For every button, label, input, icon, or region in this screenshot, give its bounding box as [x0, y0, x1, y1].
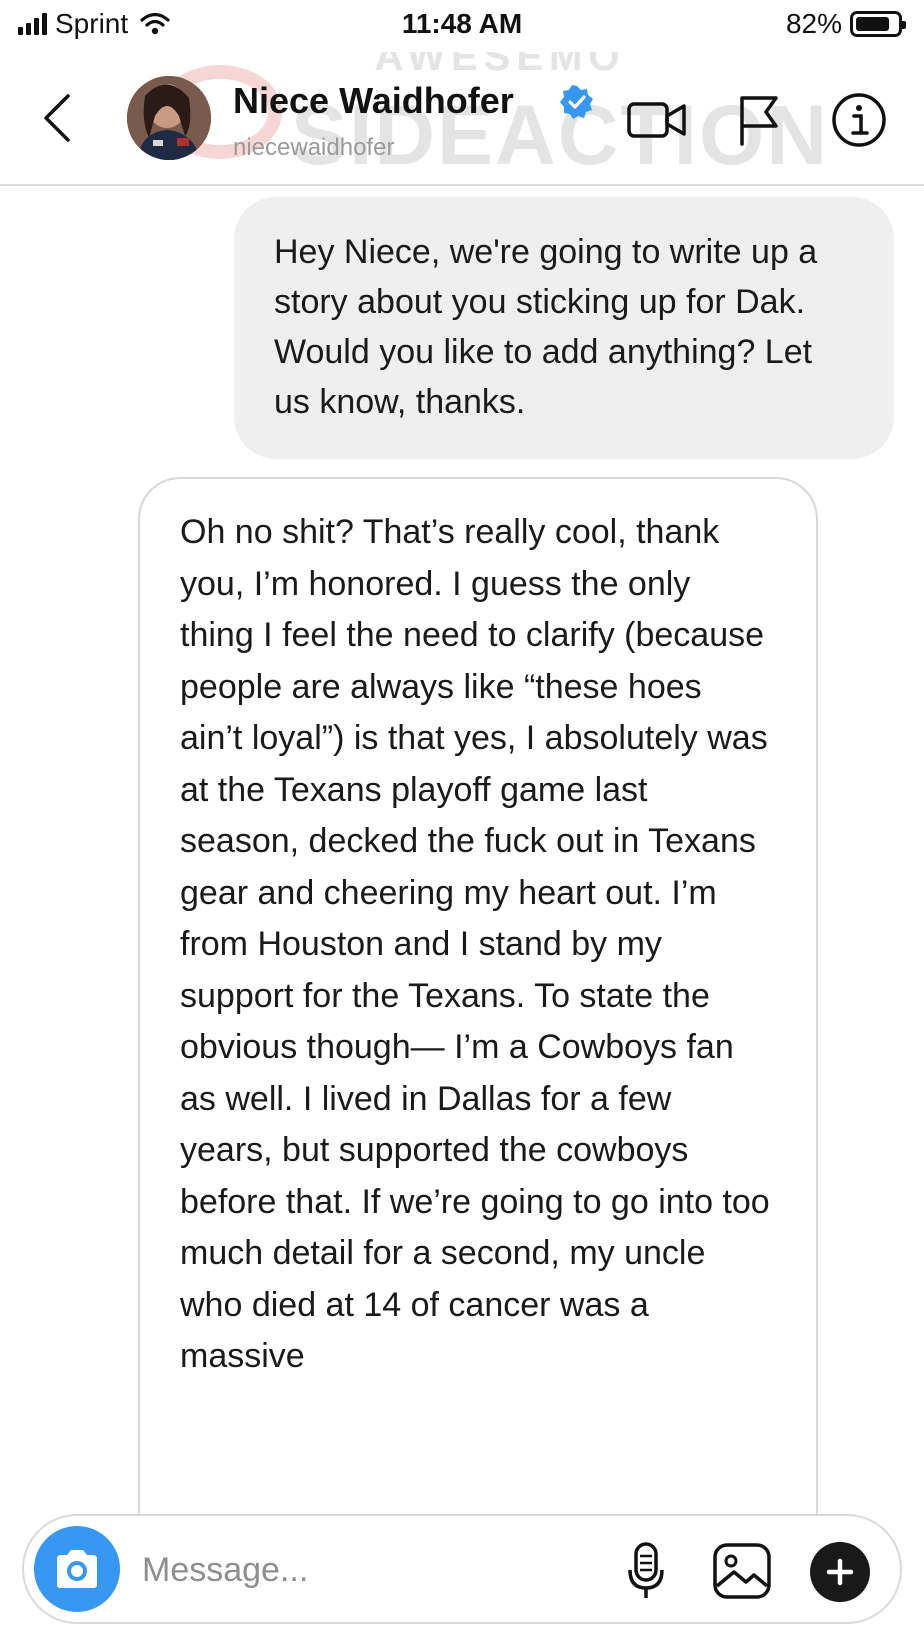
battery-icon [850, 11, 906, 37]
microphone-icon[interactable] [626, 1542, 666, 1602]
message-composer [22, 1514, 902, 1624]
camera-icon [57, 1550, 97, 1588]
flag-icon[interactable] [736, 92, 782, 148]
avatar-image [127, 76, 211, 160]
sent-message-bubble[interactable]: Hey Niece, we're going to write up a sto… [234, 197, 894, 459]
avatar[interactable] [127, 76, 211, 160]
plus-icon [826, 1558, 854, 1586]
battery-percent: 82% [785, 8, 842, 39]
contact-handle: niecewaidhofer [233, 134, 395, 161]
received-message-bubble[interactable]: Oh no shit? That’s really cool, thank yo… [138, 477, 818, 1517]
contact-name[interactable]: Niece Waidhofer [233, 80, 514, 122]
gallery-icon[interactable] [712, 1542, 772, 1600]
back-arrow-icon[interactable] [38, 92, 78, 144]
conversation-header: AWESEMO SIDEACTION Niece Waidhofer niece… [0, 52, 924, 186]
plus-button[interactable] [810, 1542, 870, 1602]
verified-badge-icon [560, 85, 593, 119]
message-input[interactable] [142, 1542, 502, 1598]
status-bar: Sprint 11:48 AM 82% [0, 0, 924, 52]
status-right: 82% [785, 8, 906, 40]
sent-message-text: Hey Niece, we're going to write up a sto… [274, 233, 818, 421]
watermark-top-text: AWESEMO [375, 52, 626, 79]
info-icon[interactable] [830, 92, 888, 148]
camera-button[interactable] [34, 1526, 120, 1612]
video-call-icon[interactable] [626, 92, 688, 148]
received-message-text: Oh no shit? That’s really cool, thank yo… [180, 513, 770, 1375]
